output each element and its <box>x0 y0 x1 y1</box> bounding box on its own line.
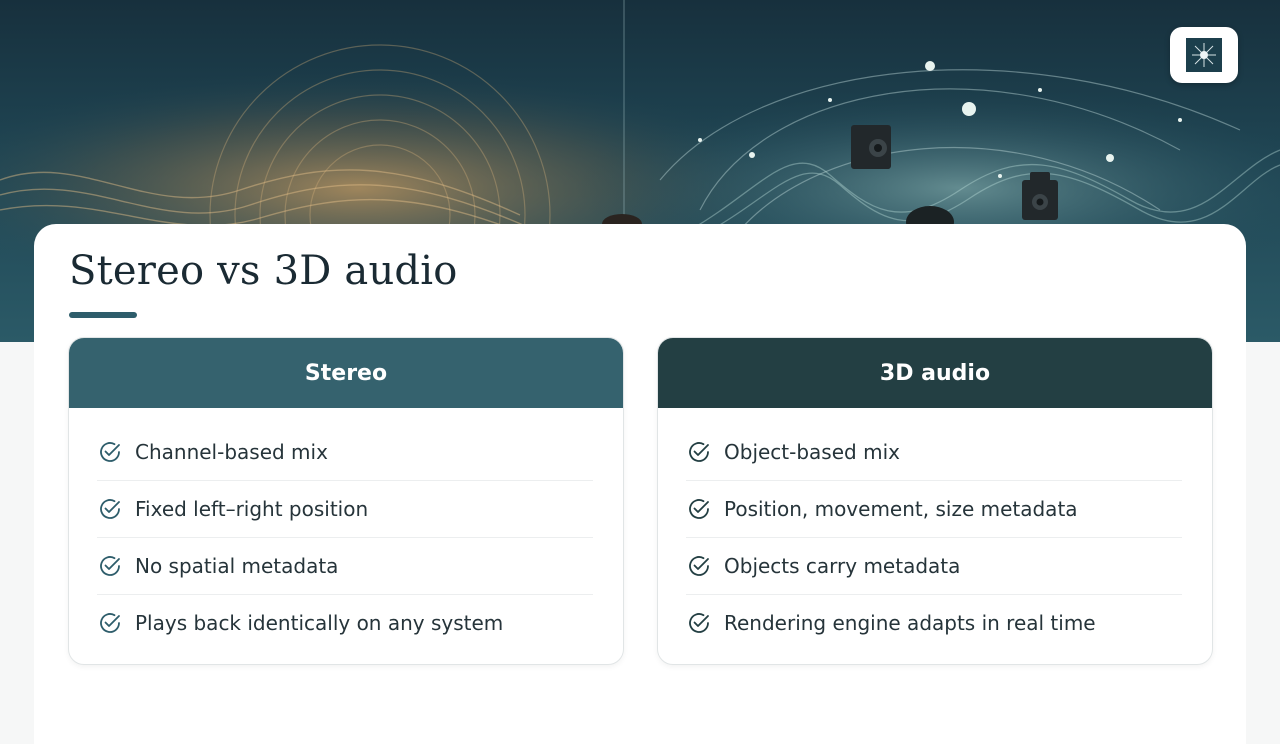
check-circle-icon <box>689 613 709 633</box>
check-circle-icon <box>689 499 709 519</box>
check-circle-icon <box>100 499 120 519</box>
3d-audio-list: Object-based mix Position, movement, siz… <box>658 408 1212 651</box>
list-item: Plays back identically on any system <box>97 595 593 651</box>
list-item-text: No spatial metadata <box>135 554 339 578</box>
speaker-icon <box>851 125 891 169</box>
list-item: No spatial metadata <box>97 538 593 595</box>
stereo-list: Channel-based mix Fixed left–right posit… <box>69 408 623 651</box>
logo-badge <box>1170 27 1238 83</box>
list-item-text: Fixed left–right position <box>135 497 369 521</box>
stereo-panel: Stereo Channel-based mix Fixed left–righ… <box>68 337 624 665</box>
list-item: Objects carry metadata <box>686 538 1182 595</box>
check-circle-icon <box>100 556 120 576</box>
logo-icon <box>1186 38 1222 72</box>
title-underline <box>69 312 137 318</box>
list-item-text: Channel-based mix <box>135 440 328 464</box>
check-circle-icon <box>689 442 709 462</box>
check-circle-icon <box>100 442 120 462</box>
list-item-text: Position, movement, size metadata <box>724 497 1078 521</box>
3d-audio-panel: 3D audio Object-based mix Position, move… <box>657 337 1213 665</box>
list-item-text: Objects carry metadata <box>724 554 961 578</box>
content-card: Stereo vs 3D audio Stereo Channel-based … <box>34 224 1246 744</box>
list-item: Position, movement, size metadata <box>686 481 1182 538</box>
panel-heading: 3D audio <box>658 338 1212 408</box>
list-item: Channel-based mix <box>97 424 593 481</box>
check-circle-icon <box>100 613 120 633</box>
list-item-text: Object-based mix <box>724 440 900 464</box>
page-title: Stereo vs 3D audio <box>69 248 458 294</box>
list-item: Object-based mix <box>686 424 1182 481</box>
check-circle-icon <box>689 556 709 576</box>
list-item-text: Plays back identically on any system <box>135 611 504 635</box>
list-item: Rendering engine adapts in real time <box>686 595 1182 651</box>
list-item-text: Rendering engine adapts in real time <box>724 611 1096 635</box>
panel-heading: Stereo <box>69 338 623 408</box>
list-item: Fixed left–right position <box>97 481 593 538</box>
